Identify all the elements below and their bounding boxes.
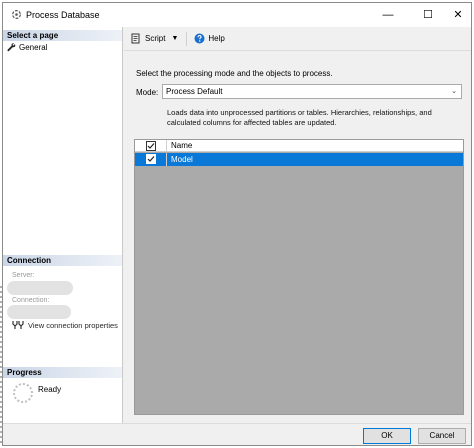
script-button[interactable]: Script <box>129 31 167 46</box>
progress-spinner-icon <box>13 383 33 403</box>
minimize-button[interactable]: — <box>373 3 403 27</box>
sidebar: Select a page General Connection Server:… <box>3 27 123 423</box>
cancel-button[interactable]: Cancel <box>418 428 466 444</box>
connection-properties-icon <box>12 321 24 329</box>
connection-label: Connection: <box>12 297 50 304</box>
help-icon <box>194 33 205 44</box>
sidebar-item-label: General <box>19 42 48 52</box>
main-panel: Script ▼ Help Select the processing mode… <box>124 27 471 423</box>
select-all-checkbox[interactable] <box>146 141 156 151</box>
toolbar-separator <box>186 31 188 46</box>
script-icon <box>131 33 140 44</box>
window-title: Process Database <box>26 10 100 20</box>
ok-button[interactable]: OK <box>363 428 411 444</box>
script-dropdown-icon[interactable]: ▼ <box>171 35 178 42</box>
process-icon <box>12 10 21 19</box>
mode-label: Mode: <box>136 88 159 97</box>
row-name: Model <box>171 155 193 164</box>
row-checkbox[interactable] <box>146 154 156 164</box>
instruction-text: Select the processing mode and the objec… <box>136 69 333 78</box>
select-page-header: Select a page <box>3 30 122 41</box>
maximize-button[interactable]: ☐ <box>413 3 443 27</box>
close-button[interactable]: ✕ <box>443 3 473 27</box>
mode-select-value: Process Default <box>166 87 223 96</box>
dialog-footer: OK Cancel <box>3 423 471 445</box>
view-connection-properties-link[interactable]: View connection properties <box>12 320 118 330</box>
process-database-dialog: Process Database — ☐ ✕ Select a page Gen… <box>2 2 472 446</box>
connection-header: Connection <box>3 255 122 266</box>
help-label: Help <box>208 34 225 43</box>
mode-select[interactable]: Process Default ⌄ <box>162 84 462 99</box>
title-bar: Process Database — ☐ ✕ <box>3 3 471 27</box>
connection-value-redacted <box>7 305 71 319</box>
grid-header-name: Name <box>171 141 193 150</box>
objects-grid: Name Model <box>134 139 464 415</box>
wrench-icon <box>7 42 16 51</box>
sidebar-item-general[interactable]: General <box>7 42 47 52</box>
checkmark-icon <box>147 143 155 149</box>
help-button[interactable]: Help <box>192 31 226 46</box>
table-row[interactable]: Model <box>135 153 463 166</box>
chevron-down-icon: ⌄ <box>451 88 457 95</box>
grid-header: Name <box>135 140 463 152</box>
checkmark-icon <box>147 156 155 162</box>
script-label: Script <box>145 34 166 43</box>
mode-description: Loads data into unprocessed partitions o… <box>167 108 432 127</box>
progress-header: Progress <box>3 367 122 378</box>
row-check-cell <box>135 153 167 166</box>
server-label: Server: <box>12 272 35 279</box>
view-connection-properties-label: View connection properties <box>28 320 118 330</box>
server-value-redacted <box>7 281 73 295</box>
progress-status: Ready <box>38 385 62 394</box>
toolbar: Script ▼ Help <box>124 27 471 51</box>
grid-header-check-cell <box>135 140 167 151</box>
